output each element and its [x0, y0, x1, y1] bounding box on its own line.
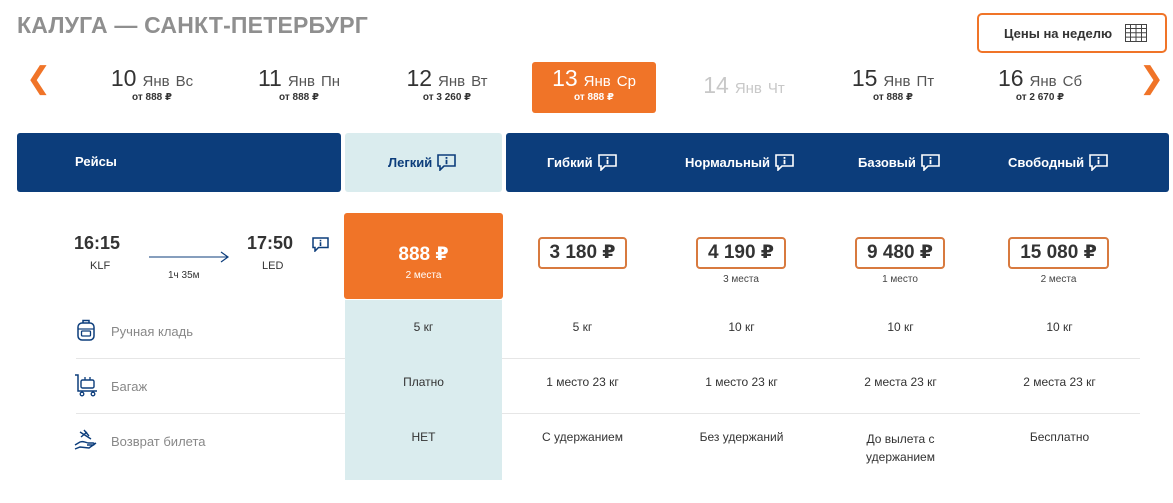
date-option-11[interactable]: 11 Янв Пн от 888 ₽: [237, 62, 361, 113]
date-weekday: Пт: [916, 73, 935, 90]
seats-left: 3 места: [723, 274, 759, 285]
cell-refund-free: Бесплатно: [1029, 430, 1090, 444]
date-option-16[interactable]: 16 Янв Сб от 2 670 ₽: [978, 62, 1102, 113]
info-icon[interactable]: [1089, 154, 1108, 171]
date-min-price: от 888 ₽: [574, 92, 614, 103]
price-value: 888 ₽: [398, 244, 449, 265]
date-min-price: от 2 670 ₽: [1015, 92, 1065, 103]
info-icon[interactable]: [597, 154, 617, 171]
cell-hand-baggage-flex: 5 кг: [572, 320, 593, 334]
week-prices-label: Цены на неделю: [1004, 25, 1113, 41]
fare-price-button-flex[interactable]: 3 180 ₽: [538, 237, 627, 269]
date-min-price: от 888 ₽: [279, 92, 319, 103]
date-month: Янв: [142, 73, 170, 90]
info-icon[interactable]: [921, 154, 940, 171]
date-option-13-selected[interactable]: 13 Янв Ср от 888 ₽: [532, 62, 656, 113]
date-option-14: 14 Янв Чт: [682, 62, 806, 113]
date-number: 16: [997, 65, 1024, 91]
calendar-grid-icon: [1125, 24, 1147, 42]
fare-header-light: Легкий: [345, 133, 502, 192]
fare-name: Нормальный: [685, 155, 770, 170]
cell-hand-baggage-basic: 10 кг: [887, 320, 914, 334]
seats-left: 2 места: [1040, 274, 1077, 285]
date-option-12[interactable]: 12 Янв Вт от 3 260 ₽: [385, 62, 509, 113]
cell-baggage-free: 2 места 23 кг: [1023, 375, 1096, 389]
flight-info-icon[interactable]: [312, 237, 329, 252]
date-min-price: от 888 ₽: [873, 92, 913, 103]
cell-refund-normal: Без удержаний: [699, 430, 784, 444]
date-option-10[interactable]: 10 Янв Вс от 888 ₽: [90, 62, 214, 113]
seats-left: 2 места: [405, 270, 442, 281]
cell-refund-basic: До вылета с удержанием: [866, 432, 935, 464]
date-option-15[interactable]: 15 Янв Пт от 888 ₽: [831, 62, 955, 113]
cell-hand-baggage-light: 5 кг: [413, 320, 434, 334]
cell-baggage-light: Платно: [403, 375, 444, 389]
fare-price-button-basic[interactable]: 9 480 ₽: [855, 237, 945, 269]
row-label-hand-baggage: Ручная кладь: [111, 324, 194, 339]
fare-name: Базовый: [858, 155, 916, 170]
date-number: 13: [552, 65, 578, 91]
cell-refund-light: НЕТ: [411, 430, 436, 444]
date-month: Янв: [883, 73, 911, 90]
arrival-airport: LED: [262, 260, 284, 272]
date-weekday: Вт: [471, 73, 488, 90]
date-number: 12: [406, 65, 433, 91]
next-dates-arrow-icon[interactable]: ❯: [1139, 64, 1164, 94]
date-month: Янв: [438, 73, 466, 90]
date-min-price: от 3 260 ₽: [422, 92, 472, 103]
week-prices-button[interactable]: Цены на неделю: [977, 13, 1167, 53]
date-month: Янв: [734, 80, 762, 97]
cell-hand-baggage-normal: 10 кг: [728, 320, 755, 334]
fare-name: Свободный: [1008, 155, 1085, 170]
selected-fare-price[interactable]: 888 ₽ 2 места: [344, 213, 503, 299]
row-divider: [76, 358, 345, 359]
info-icon[interactable]: [775, 154, 794, 171]
date-number: 11: [257, 65, 282, 91]
arrival-time: 17:50: [247, 233, 294, 253]
backpack-icon: [77, 319, 95, 341]
flights-header: Рейсы: [17, 133, 341, 192]
date-weekday: Ср: [616, 73, 636, 90]
date-weekday: Чт: [767, 80, 785, 97]
flights-header-label: Рейсы: [75, 154, 117, 169]
seats-left: 1 место: [882, 274, 918, 285]
row-label-baggage: Багаж: [111, 379, 148, 394]
date-weekday: Вс: [175, 73, 194, 90]
cell-refund-flex: С удержанием: [542, 430, 623, 444]
row-label-refund: Возврат билета: [111, 434, 206, 449]
cell-baggage-flex: 1 место 23 кг: [546, 375, 619, 389]
date-month: Янв: [583, 73, 611, 90]
fare-price-button-normal[interactable]: 4 190 ₽: [696, 237, 786, 269]
departure-time: 16:15: [74, 233, 121, 253]
cell-baggage-basic: 2 места 23 кг: [864, 375, 937, 389]
date-number: 15: [851, 65, 878, 91]
date-weekday: Пн: [320, 73, 341, 90]
date-month: Янв: [1029, 73, 1057, 90]
fare-name: Легкий: [388, 155, 433, 170]
flight-duration: 1ч 35м: [168, 270, 200, 281]
fare-name: Гибкий: [547, 155, 593, 170]
luggage-cart-icon: [75, 374, 97, 397]
date-number: 14: [703, 72, 729, 98]
fare-price-button-free[interactable]: 15 080 ₽: [1008, 237, 1109, 269]
date-month: Янв: [287, 73, 315, 90]
date-weekday: Сб: [1062, 73, 1083, 90]
cell-hand-baggage-free: 10 кг: [1046, 320, 1073, 334]
refund-hand-icon: [74, 429, 97, 450]
cell-baggage-normal: 1 место 23 кг: [705, 375, 778, 389]
fare-header-group: Гибкий Нормальный Базовый Свободный: [506, 133, 1169, 192]
info-icon[interactable]: [437, 154, 457, 171]
departure-airport: KLF: [90, 260, 111, 272]
row-divider: [76, 413, 345, 414]
row-divider: [502, 358, 1140, 359]
date-min-price: от 888 ₽: [132, 92, 172, 103]
route-title: КАЛУГА — САНКТ-ПЕТЕРБУРГ: [17, 12, 368, 38]
row-divider: [502, 413, 1140, 414]
prev-dates-arrow-icon[interactable]: ❮: [26, 64, 51, 94]
flight-arrow-icon: [149, 251, 230, 263]
date-number: 10: [110, 65, 137, 91]
